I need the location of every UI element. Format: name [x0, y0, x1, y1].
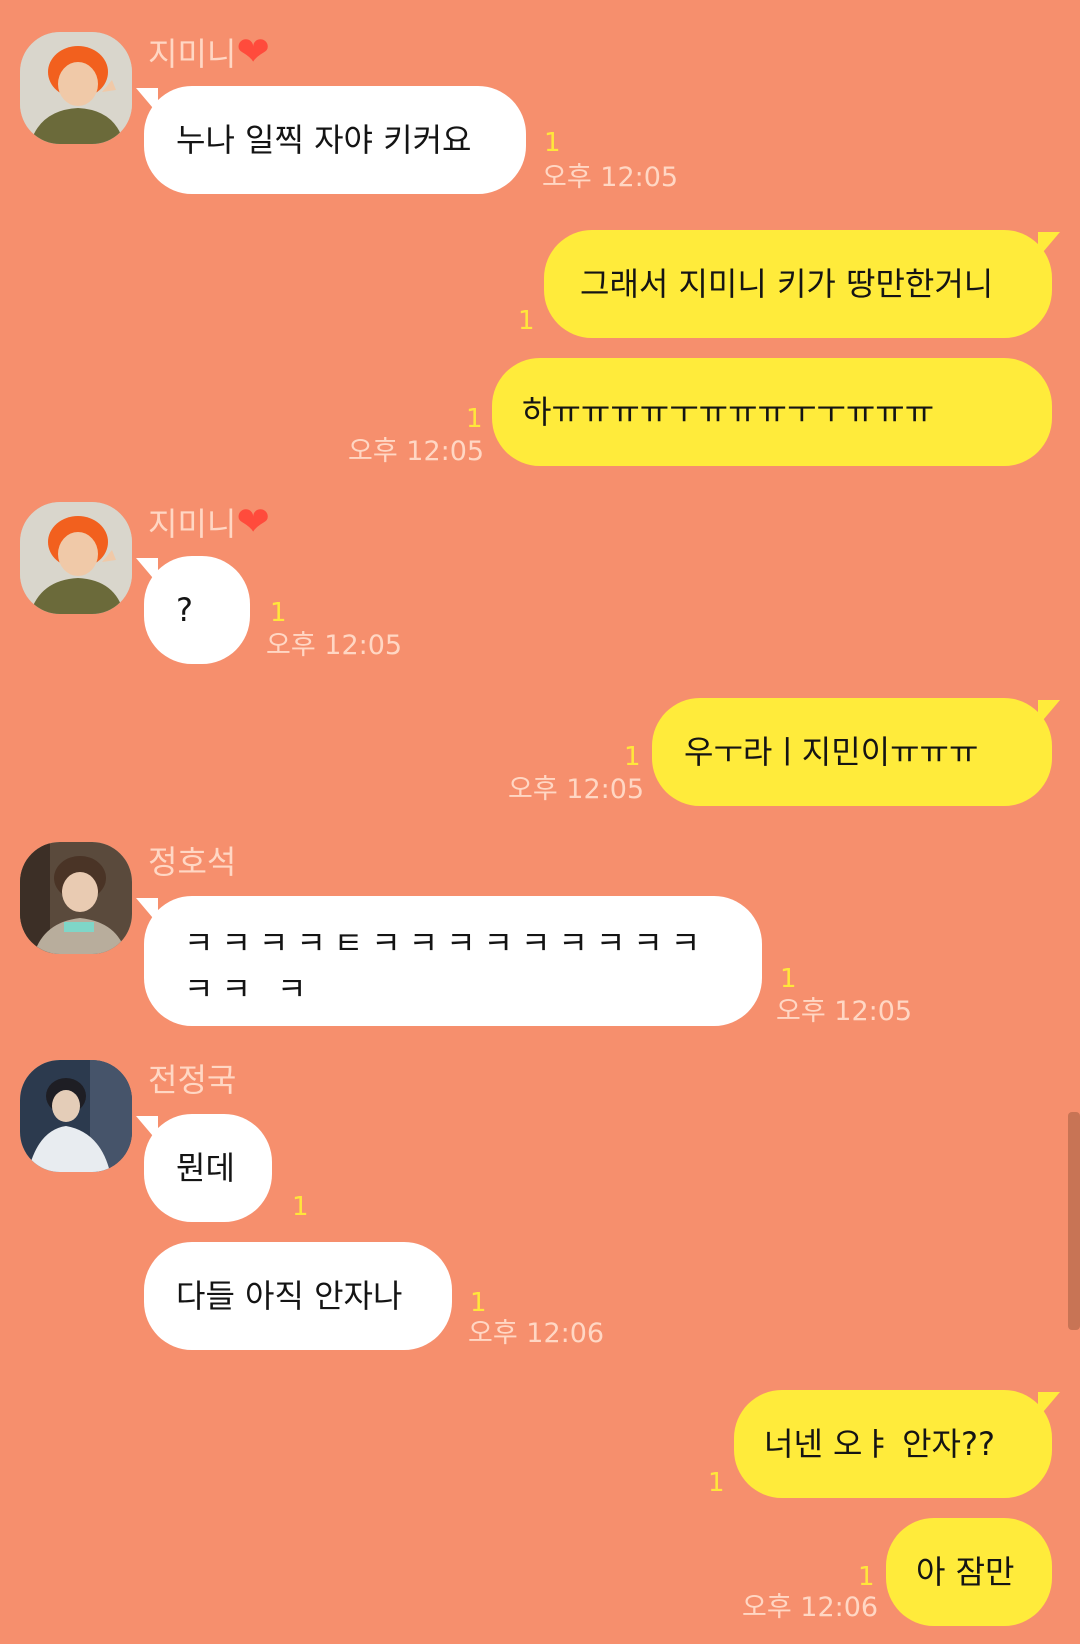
scrollbar[interactable] [1068, 1112, 1080, 1330]
unread-count: 1 [544, 128, 561, 158]
message-bubble[interactable]: ? [144, 556, 250, 664]
message-time: 오후 12:05 [542, 162, 679, 193]
unread-count: 1 [470, 1288, 487, 1318]
profile-photo-jimin [20, 32, 132, 144]
sender-name-jimin: 지미니❤ [148, 499, 270, 545]
unread-count: 1 [858, 1562, 875, 1592]
sender-name-jimin: 지미니❤ [148, 29, 270, 75]
message-text: 뭔데 [176, 1149, 235, 1187]
message-text: 그래서 지미니 키가 땅만한거니 [580, 265, 994, 303]
avatar-jungkook[interactable] [20, 1060, 132, 1172]
sender-name-hoseok: 정호석 [148, 843, 237, 881]
avatar-jimin[interactable] [20, 502, 132, 614]
unread-count: 1 [292, 1192, 309, 1222]
message-time: 오후 12:06 [742, 1592, 879, 1623]
unread-count: 1 [270, 598, 287, 628]
unread-count: 1 [780, 964, 797, 994]
message-bubble[interactable]: 그래서 지미니 키가 땅만한거니 [544, 230, 1052, 338]
message-text: 누나 일찍 자야 키커요 [176, 121, 472, 159]
message-time: 오후 12:05 [266, 630, 403, 661]
message-time: 오후 12:05 [348, 436, 485, 467]
message-bubble[interactable]: 뭔데 [144, 1114, 272, 1222]
bubble-tail [136, 1116, 158, 1142]
message-text: 다들 아직 안자나 [176, 1277, 403, 1315]
bubble-tail [136, 558, 158, 584]
message-text: 우ㅜ라ㅣ지민이ㅠㅠㅠ [684, 733, 979, 771]
unread-count: 1 [708, 1468, 725, 1498]
profile-photo-hoseok [20, 842, 132, 954]
heart-icon: ❤ [236, 29, 270, 75]
message-bubble[interactable]: ㅋㅋㅋㅋㅌㅋㅋㅋㅋㅋㅋㅋㅋㅋㅋㅋ ㅋ [144, 896, 762, 1026]
avatar-jimin[interactable] [20, 32, 132, 144]
message-text: 아 잠만 [916, 1553, 1015, 1591]
bubble-tail [1038, 1392, 1060, 1418]
message-text: ? [176, 591, 193, 629]
message-time: 오후 12:06 [468, 1318, 605, 1349]
message-time: 오후 12:05 [776, 996, 913, 1027]
message-bubble[interactable]: 우ㅜ라ㅣ지민이ㅠㅠㅠ [652, 698, 1052, 806]
message-bubble[interactable]: 다들 아직 안자나 [144, 1242, 452, 1350]
bubble-tail [136, 898, 158, 924]
unread-count: 1 [466, 404, 483, 434]
message-time: 오후 12:05 [508, 774, 645, 805]
message-bubble[interactable]: 누나 일찍 자야 키커요 [144, 86, 526, 194]
message-bubble[interactable]: 하ㅠㅠㅠㅠㅜㅠㅠㅠㅜㅜㅠㅠㅠ [492, 358, 1052, 466]
message-text: 너넨 오ㅑ 안자?? [764, 1425, 995, 1463]
bubble-tail [1038, 700, 1060, 726]
message-text: 하ㅠㅠㅠㅠㅜㅠㅠㅠㅜㅜㅠㅠㅠ [522, 393, 935, 431]
heart-icon: ❤ [236, 499, 270, 545]
bubble-tail [136, 88, 158, 114]
avatar-hoseok[interactable] [20, 842, 132, 954]
message-bubble[interactable]: 아 잠만 [886, 1518, 1052, 1626]
profile-photo-jimin [20, 502, 132, 614]
message-bubble[interactable]: 너넨 오ㅑ 안자?? [734, 1390, 1052, 1498]
message-text: ㅋㅋㅋㅋㅌㅋㅋㅋㅋㅋㅋㅋㅋㅋㅋㅋ ㅋ [184, 924, 709, 1008]
bubble-tail [1038, 232, 1060, 258]
unread-count: 1 [624, 742, 641, 772]
sender-name-jungkook: 전정국 [148, 1061, 237, 1099]
profile-photo-jungkook [20, 1060, 132, 1172]
unread-count: 1 [518, 306, 535, 336]
